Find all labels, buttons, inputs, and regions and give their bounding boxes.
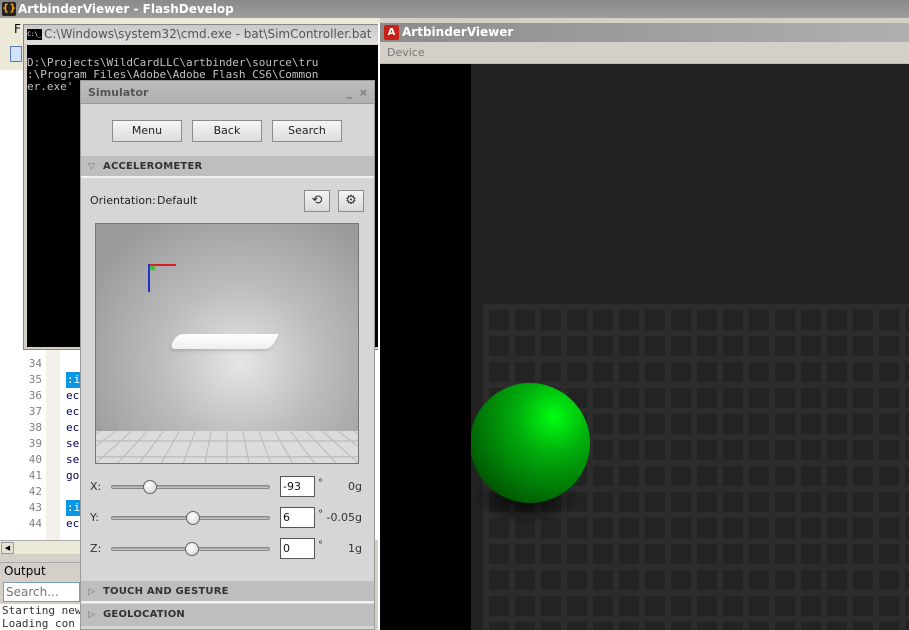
orientation-value: Default (157, 194, 198, 207)
axis-slider-thumb[interactable] (143, 480, 158, 494)
axis-slider-thumb[interactable] (184, 542, 199, 556)
line-number: 39 (28, 437, 42, 450)
app-stage[interactable] (380, 64, 909, 630)
axis-angle-input[interactable]: 0 (280, 538, 315, 559)
line-number: 40 (28, 453, 42, 466)
axis-slider-track[interactable] (111, 511, 270, 525)
axis-slider-thumb[interactable] (186, 511, 201, 525)
horizontal-scrollbar[interactable]: ◀ (0, 540, 80, 554)
rotate-reset-icon: ⟲ (311, 193, 323, 208)
axis-label: Y: (90, 511, 99, 524)
output-line: Starting new (2, 604, 80, 617)
simulator-panel[interactable]: Simulator _ × Menu Back Search ▽ ACCELER… (80, 80, 375, 630)
code-text: ec (66, 421, 80, 434)
line-number: 35 (28, 373, 42, 386)
output-search-input[interactable]: Search... (3, 582, 80, 602)
axis-label: Z: (90, 542, 102, 555)
g-force-value: 1g (348, 542, 362, 555)
green-ball (471, 383, 590, 503)
flashdevelop-logo-icon: {} (2, 2, 17, 16)
section-title: ACCELEROMETER (103, 161, 203, 172)
code-text: se (66, 453, 80, 466)
section-title: GEOLOCATION (103, 609, 185, 620)
degree-unit: ° (318, 478, 323, 489)
touch-gesture-section-header[interactable]: ▷ TOUCH AND GESTURE (81, 581, 374, 603)
dark-room-background (471, 64, 909, 630)
axis-angle-input[interactable]: -93 (280, 476, 315, 497)
artbinder-viewer-window[interactable]: A ArtbinderViewer Device (378, 23, 909, 630)
g-force-value: -0.05g (326, 511, 362, 524)
code-text: ec (66, 389, 80, 402)
chevron-down-icon: ▽ (88, 162, 96, 172)
chevron-right-icon: ▷ (88, 610, 96, 620)
window-title: ArtbinderViewer - FlashDevelop (18, 2, 234, 16)
reset-orientation-button[interactable]: ⟲ (304, 190, 330, 212)
output-panel-tab[interactable]: Output (0, 562, 80, 580)
close-button[interactable]: × (359, 81, 368, 104)
3d-orientation-viewport[interactable] (95, 223, 359, 464)
axis-slider-track[interactable] (111, 480, 270, 494)
line-number: 44 (28, 517, 42, 530)
line-number: 36 (28, 389, 42, 402)
line-number: 38 (28, 421, 42, 434)
code-text: ec (66, 405, 80, 418)
viewport-floor-grid (96, 431, 358, 463)
section-title: TOUCH AND GESTURE (103, 586, 229, 597)
geolocation-section-header[interactable]: ▷ GEOLOCATION (81, 604, 374, 626)
device-3d-model[interactable] (169, 334, 279, 349)
orientation-label: Orientation: (90, 194, 156, 207)
minimize-button[interactable]: _ (347, 81, 353, 104)
axis-slider-track[interactable] (111, 542, 270, 556)
g-force-value: 0g (348, 480, 362, 493)
artbinder-title: ArtbinderViewer (402, 25, 514, 39)
simulator-titlebar[interactable]: Simulator _ × (81, 81, 374, 104)
accelerometer-section-header[interactable]: ▽ ACCELEROMETER (81, 156, 374, 178)
axis-label: X: (90, 480, 102, 493)
line-number: 41 (28, 469, 42, 482)
cmd-titlebar[interactable]: C:\_ C:\Windows\system32\cmd.exe - bat\S… (24, 25, 379, 44)
flashdevelop-titlebar: {} ArtbinderViewer - FlashDevelop (0, 0, 909, 18)
menu-button[interactable]: Menu (112, 120, 182, 142)
code-text: go (66, 469, 80, 482)
simulator-title: Simulator (88, 86, 149, 99)
menu-device[interactable]: Device (387, 46, 425, 59)
back-button[interactable]: Back (192, 120, 262, 142)
line-number: 37 (28, 405, 42, 418)
output-line: Loading con (2, 617, 75, 630)
code-text: se (66, 437, 80, 450)
degree-unit: ° (318, 540, 323, 551)
line-number: 42 (28, 485, 42, 498)
line-number: 43 (28, 501, 42, 514)
line-number: 34 (28, 357, 42, 370)
axis-angle-input[interactable]: 6 (280, 507, 315, 528)
menu-file[interactable]: F (14, 22, 21, 36)
settings-button[interactable]: ⚙ (338, 190, 364, 212)
code-text: :i (66, 500, 82, 516)
gear-icon: ⚙ (345, 193, 357, 208)
output-log: Starting new Loading con (0, 604, 80, 630)
artbinder-menubar: Device (380, 42, 909, 64)
code-text: :i (66, 372, 82, 388)
cmd-icon: C:\_ (27, 29, 42, 40)
artbinder-titlebar[interactable]: A ArtbinderViewer (380, 23, 909, 42)
chevron-right-icon: ▷ (88, 587, 96, 597)
new-document-icon[interactable] (10, 46, 22, 62)
code-text: ec (66, 517, 80, 530)
scroll-left-icon[interactable]: ◀ (1, 542, 14, 554)
degree-unit: ° (318, 509, 323, 520)
cmd-title: C:\Windows\system32\cmd.exe - bat\SimCon… (44, 27, 372, 41)
search-button[interactable]: Search (272, 120, 342, 142)
adobe-air-icon: A (384, 25, 399, 40)
